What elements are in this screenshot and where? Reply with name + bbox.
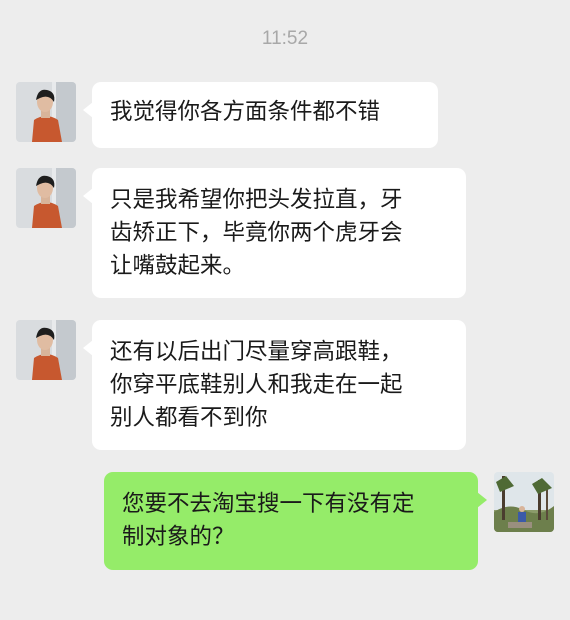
contact-avatar[interactable] <box>16 82 76 142</box>
message-bubble-incoming[interactable]: 只是我希望你把头发拉直，牙 齿矫正下，毕竟你两个虎牙会 让嘴鼓起来。 <box>83 168 466 298</box>
message-text: 齿矫正下，毕竟你两个虎牙会 <box>110 220 403 246</box>
message-text: 我觉得你各方面条件都不错 <box>110 99 381 125</box>
message-text: 别人都看不到你 <box>110 405 268 431</box>
message-text: 制对象的？ <box>122 524 235 550</box>
message-timestamp: 11:52 <box>261 28 309 49</box>
message-bubble-incoming[interactable]: 我觉得你各方面条件都不错 <box>83 82 438 148</box>
contact-avatar[interactable] <box>16 168 76 228</box>
my-avatar[interactable] <box>494 472 554 532</box>
message-text: 你穿平底鞋别人和我走在一起 <box>110 372 403 398</box>
message-text: 只是我希望你把头发拉直，牙 <box>110 187 403 213</box>
message-text: 您要不去淘宝搜一下有没有定 <box>122 491 415 517</box>
message-bubble-incoming[interactable]: 还有以后出门尽量穿高跟鞋， 你穿平底鞋别人和我走在一起 别人都看不到你 <box>83 320 466 450</box>
message-bubble-outgoing[interactable]: 您要不去淘宝搜一下有没有定 制对象的？ <box>104 472 487 570</box>
message-text: 让嘴鼓起来。 <box>110 253 246 279</box>
contact-avatar[interactable] <box>16 320 76 380</box>
message-text: 还有以后出门尽量穿高跟鞋， <box>110 339 403 365</box>
